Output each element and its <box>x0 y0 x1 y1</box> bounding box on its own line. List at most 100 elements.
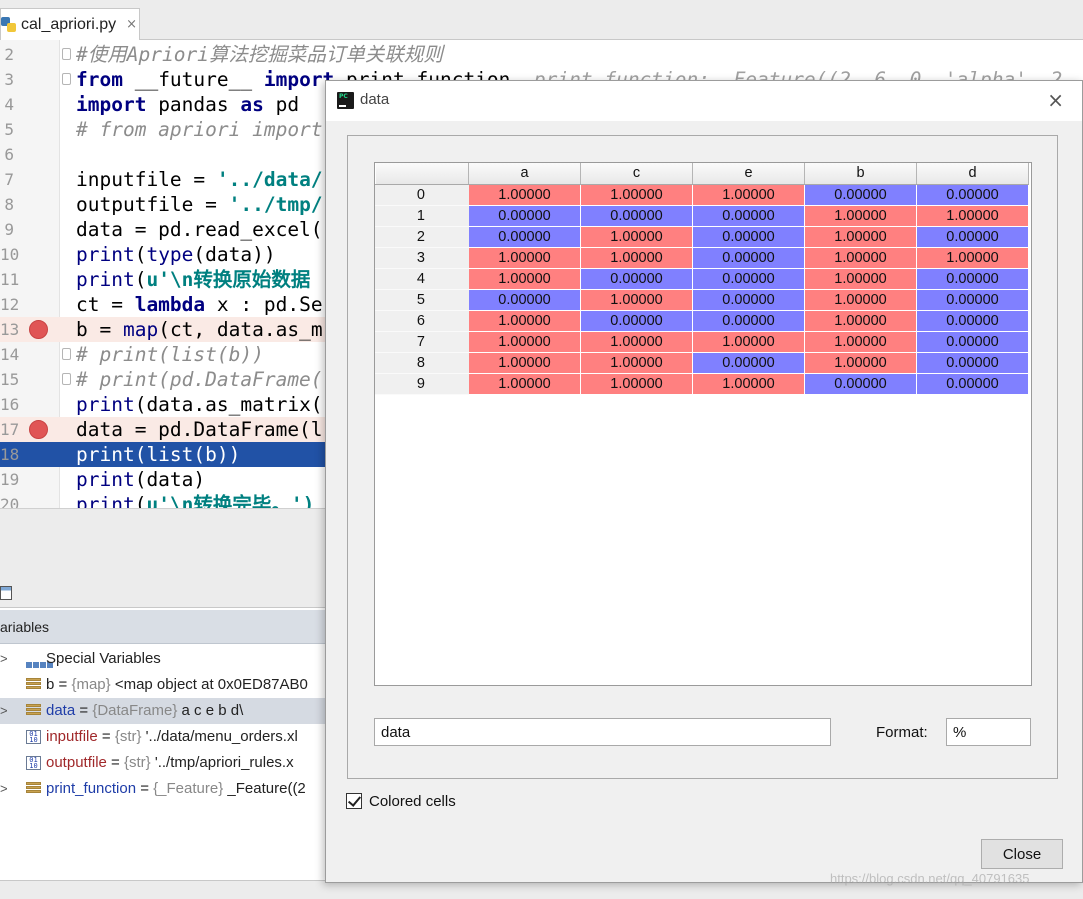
table-cell[interactable]: 0.00000 <box>916 372 1029 395</box>
fold-marker-icon[interactable] <box>62 373 71 385</box>
table-row[interactable]: 8 1.00000 1.00000 0.00000 1.00000 0.00000 <box>375 351 1029 374</box>
table-row[interactable]: 9 1.00000 1.00000 1.00000 0.00000 0.00000 <box>375 372 1029 395</box>
table-cell[interactable]: 0.00000 <box>692 351 805 374</box>
table-row[interactable]: 6 1.00000 0.00000 0.00000 1.00000 0.00000 <box>375 309 1029 332</box>
table-cell[interactable]: 0.00000 <box>692 246 805 269</box>
colored-cells-checkbox[interactable] <box>346 793 362 809</box>
table-cell[interactable]: 0.00000 <box>468 225 581 248</box>
breakpoint-icon[interactable] <box>29 420 48 439</box>
dataframe-grid-container[interactable]: acebd 0 1.00000 1.00000 1.00000 0.00000 0.000… <box>374 162 1032 686</box>
table-cell[interactable]: 1.00000 <box>916 204 1029 227</box>
table-row[interactable]: 0 1.00000 1.00000 1.00000 0.00000 0.00000 <box>375 183 1029 206</box>
close-button[interactable]: Close <box>981 839 1063 869</box>
code-text[interactable]: print(data) <box>76 467 205 492</box>
fold-marker-icon[interactable] <box>62 48 71 60</box>
table-cell[interactable]: 0.00000 <box>692 288 805 311</box>
table-cell[interactable]: 1.00000 <box>468 267 581 290</box>
table-cell[interactable]: 0.00000 <box>916 288 1029 311</box>
column-header[interactable]: a <box>468 163 581 185</box>
table-cell[interactable]: 1.00000 <box>580 351 693 374</box>
colored-cells-option[interactable]: Colored cells <box>346 791 456 811</box>
code-text[interactable]: print(u'\n转换原始数据 <box>76 267 310 292</box>
table-cell[interactable]: 0.00000 <box>804 372 917 395</box>
table-cell[interactable]: 1.00000 <box>580 288 693 311</box>
table-row[interactable]: 3 1.00000 1.00000 0.00000 1.00000 1.00000 <box>375 246 1029 269</box>
code-text[interactable]: import pandas as pd <box>76 92 299 117</box>
code-text[interactable]: # from apriori import <box>76 117 323 142</box>
table-cell[interactable]: 1.00000 <box>468 183 581 206</box>
table-cell[interactable]: 0.00000 <box>916 225 1029 248</box>
code-text[interactable]: inputfile = '../data/ <box>76 167 323 192</box>
code-text[interactable]: print(type(data)) <box>76 242 276 267</box>
table-view-icon[interactable] <box>0 586 12 600</box>
table-cell[interactable]: 0.00000 <box>580 267 693 290</box>
fold-marker-icon[interactable] <box>62 73 71 85</box>
table-row[interactable]: 1 0.00000 0.00000 0.00000 1.00000 1.00000 <box>375 204 1029 227</box>
table-cell[interactable]: 1.00000 <box>580 225 693 248</box>
column-header[interactable]: b <box>804 163 917 185</box>
code-text[interactable]: outputfile = '../tmp/ <box>76 192 323 217</box>
table-cell[interactable]: 1.00000 <box>804 330 917 353</box>
table-cell[interactable]: 0.00000 <box>580 204 693 227</box>
expand-chevron-icon[interactable]: > <box>0 698 8 724</box>
table-row[interactable]: 7 1.00000 1.00000 1.00000 1.00000 0.00000 <box>375 330 1029 353</box>
format-input[interactable] <box>946 718 1031 746</box>
table-cell[interactable]: 0.00000 <box>468 204 581 227</box>
column-header[interactable]: d <box>916 163 1029 185</box>
code-text[interactable]: # print(list(b)) <box>76 342 264 367</box>
expression-input[interactable] <box>374 718 831 746</box>
column-header[interactable]: e <box>692 163 805 185</box>
code-text[interactable]: data = pd.DataFrame(l <box>76 417 323 442</box>
column-header[interactable]: c <box>580 163 693 185</box>
table-cell[interactable]: 0.00000 <box>468 288 581 311</box>
file-tab[interactable]: cal_apriori.py × <box>0 8 140 40</box>
table-cell[interactable]: 0.00000 <box>804 183 917 206</box>
table-cell[interactable]: 1.00000 <box>468 372 581 395</box>
code-text[interactable]: b = map(ct, data.as_m <box>76 317 323 342</box>
table-cell[interactable]: 0.00000 <box>692 309 805 332</box>
tab-close-icon[interactable]: × <box>126 17 137 32</box>
table-cell[interactable]: 0.00000 <box>916 183 1029 206</box>
table-cell[interactable]: 0.00000 <box>580 309 693 332</box>
code-text[interactable]: data = pd.read_excel( <box>76 217 323 242</box>
table-cell[interactable]: 0.00000 <box>692 204 805 227</box>
table-cell[interactable]: 1.00000 <box>468 351 581 374</box>
table-cell[interactable]: 1.00000 <box>804 309 917 332</box>
fold-marker-icon[interactable] <box>62 348 71 360</box>
breakpoint-icon[interactable] <box>29 320 48 339</box>
table-cell[interactable]: 0.00000 <box>916 309 1029 332</box>
table-cell[interactable]: 1.00000 <box>692 372 805 395</box>
table-cell[interactable]: 0.00000 <box>916 267 1029 290</box>
table-cell[interactable]: 0.00000 <box>692 267 805 290</box>
code-text[interactable]: #使用Apriori算法挖掘菜品订单关联规则 <box>76 42 443 67</box>
expand-chevron-icon[interactable]: > <box>0 646 8 672</box>
table-cell[interactable]: 1.00000 <box>580 246 693 269</box>
dialog-title-bar[interactable]: PC data × <box>326 81 1082 121</box>
table-cell[interactable]: 1.00000 <box>468 330 581 353</box>
table-cell[interactable]: 1.00000 <box>580 183 693 206</box>
table-row[interactable]: 4 1.00000 0.00000 0.00000 1.00000 0.00000 <box>375 267 1029 290</box>
table-cell[interactable]: 1.00000 <box>580 372 693 395</box>
table-cell[interactable]: 1.00000 <box>804 225 917 248</box>
table-cell[interactable]: 1.00000 <box>692 183 805 206</box>
code-line[interactable]: 2 #使用Apriori算法挖掘菜品订单关联规则 <box>0 42 1083 67</box>
table-cell[interactable]: 1.00000 <box>468 309 581 332</box>
table-cell[interactable]: 1.00000 <box>804 288 917 311</box>
table-cell[interactable]: 0.00000 <box>916 351 1029 374</box>
table-cell[interactable]: 1.00000 <box>804 267 917 290</box>
table-row[interactable]: 2 0.00000 1.00000 0.00000 1.00000 0.00000 <box>375 225 1029 248</box>
table-cell[interactable]: 1.00000 <box>468 246 581 269</box>
table-cell[interactable]: 1.00000 <box>692 330 805 353</box>
code-text[interactable]: print(u'\n转换完毕。') <box>76 492 314 508</box>
table-cell[interactable]: 1.00000 <box>804 204 917 227</box>
table-cell[interactable]: 1.00000 <box>916 246 1029 269</box>
table-row[interactable]: 5 0.00000 1.00000 0.00000 1.00000 0.00000 <box>375 288 1029 311</box>
code-text[interactable]: print(data.as_matrix( <box>76 392 323 417</box>
code-text[interactable]: ct = lambda x : pd.Se <box>76 292 323 317</box>
code-text[interactable]: print(list(b)) <box>76 442 240 467</box>
table-cell[interactable]: 0.00000 <box>692 225 805 248</box>
code-text[interactable]: # print(pd.DataFrame( <box>76 367 323 392</box>
table-cell[interactable]: 1.00000 <box>804 351 917 374</box>
dialog-close-icon[interactable]: × <box>1047 88 1064 112</box>
table-cell[interactable]: 1.00000 <box>580 330 693 353</box>
